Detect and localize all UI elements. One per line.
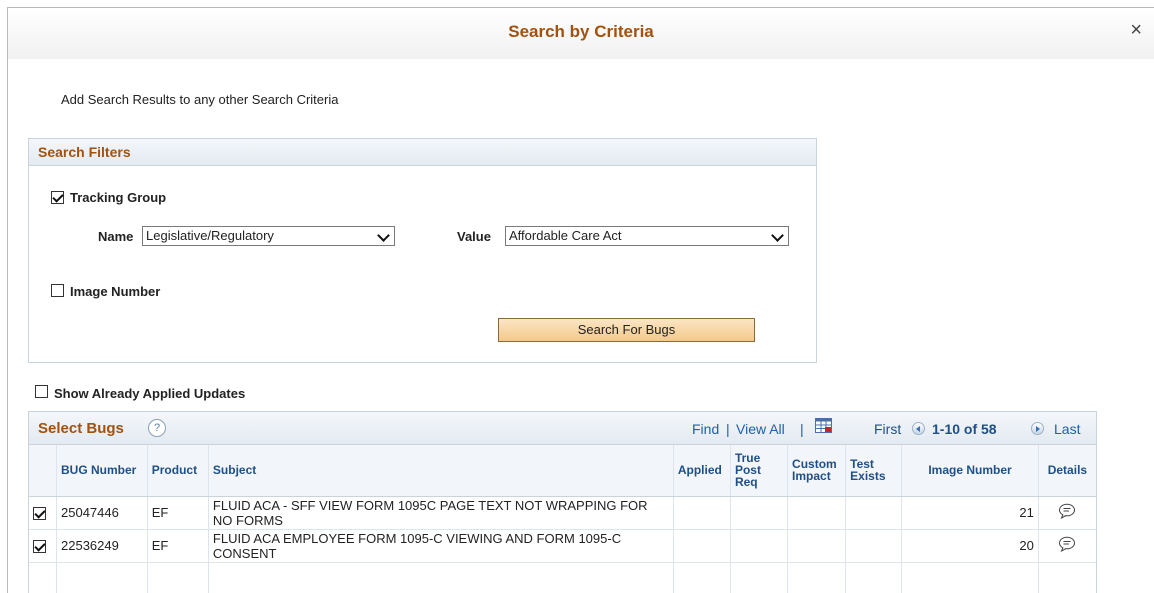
table-row: 25047446 EF FLUID ACA - SFF VIEW FORM 10… [29, 496, 1096, 530]
grid-header: Select Bugs ? Find | View All | First 1-… [29, 412, 1096, 445]
row-select-cell [29, 562, 58, 593]
help-icon[interactable]: ? [148, 419, 166, 437]
true-post-req-cell [730, 562, 789, 593]
applied-cell [673, 562, 731, 593]
subject-cell [208, 562, 674, 593]
nav-separator: | [726, 421, 730, 437]
select-column-header [29, 445, 58, 497]
bug-number-cell: 25047446 [56, 496, 148, 530]
view-all-link[interactable]: View All [736, 421, 785, 437]
details-cell [1038, 496, 1096, 530]
bug-number-cell: 22536249 [56, 529, 148, 563]
table-header-row: BUG Number Product Subject Applied True … [29, 445, 1096, 497]
row-select-cell [29, 529, 58, 563]
test-exists-header[interactable]: Test Exists [845, 445, 903, 497]
image-number-cell: 21 [901, 496, 1039, 530]
product-cell [147, 562, 209, 593]
row-checkbox[interactable] [33, 540, 46, 554]
true-post-req-cell [730, 496, 789, 530]
image-number-cell: 20 [901, 529, 1039, 563]
custom-impact-cell [787, 529, 847, 563]
dialog-left-border [7, 59, 8, 593]
table-row [29, 562, 1096, 593]
close-icon[interactable]: × [1130, 20, 1142, 40]
bug-number-cell [56, 562, 148, 593]
name-label: Name [98, 229, 134, 244]
details-header: Details [1038, 445, 1096, 497]
true-post-req-header[interactable]: True Post Req [730, 445, 789, 497]
bugs-table: BUG Number Product Subject Applied True … [29, 445, 1096, 593]
applied-cell [673, 529, 731, 563]
row-select-cell [29, 496, 58, 530]
last-link[interactable]: Last [1054, 421, 1080, 437]
details-speech-bubble-icon[interactable] [1058, 503, 1076, 519]
bug-number-header[interactable]: BUG Number [56, 445, 148, 497]
custom-impact-cell [787, 496, 847, 530]
tracking-group-checkbox[interactable] [51, 191, 64, 204]
nav-separator: | [800, 421, 804, 437]
applied-cell [673, 496, 731, 530]
next-icon[interactable] [1031, 422, 1044, 435]
select-bugs-grid: Select Bugs ? Find | View All | First 1-… [28, 411, 1097, 593]
details-speech-bubble-icon[interactable] [1058, 536, 1076, 552]
find-link[interactable]: Find [692, 421, 719, 437]
intro-text: Add Search Results to any other Search C… [61, 92, 339, 107]
image-number-header[interactable]: Image Number [901, 445, 1039, 497]
previous-icon[interactable] [912, 422, 925, 435]
table-row: 22536249 EF FLUID ACA EMPLOYEE FORM 1095… [29, 529, 1096, 563]
dialog-titlebar: Search by Criteria × [7, 7, 1154, 59]
subject-cell: FLUID ACA EMPLOYEE FORM 1095-C VIEWING A… [208, 529, 674, 563]
value-select[interactable]: Affordable Care Act [505, 226, 789, 246]
applied-header[interactable]: Applied [673, 445, 731, 497]
dialog-title: Search by Criteria [508, 22, 654, 41]
show-applied-label: Show Already Applied Updates [54, 386, 246, 401]
value-label: Value [457, 229, 491, 244]
true-post-req-cell [730, 529, 789, 563]
custom-impact-header[interactable]: Custom Impact [787, 445, 847, 497]
first-label: First [874, 421, 902, 437]
image-number-checkbox[interactable] [51, 284, 64, 297]
details-cell [1038, 529, 1096, 563]
test-exists-cell [845, 562, 903, 593]
subject-cell: FLUID ACA - SFF VIEW FORM 1095C PAGE TEX… [208, 496, 674, 530]
page-range: 1-10 of 58 [932, 421, 997, 437]
product-header[interactable]: Product [147, 445, 209, 497]
grid-title: Select Bugs [38, 420, 124, 437]
tracking-group-label: Tracking Group [70, 190, 167, 205]
product-cell: EF [147, 529, 209, 563]
name-select-value: Legislative/Regulatory [146, 228, 274, 243]
chevron-down-icon [377, 229, 390, 242]
chevron-down-icon [771, 229, 784, 242]
name-select[interactable]: Legislative/Regulatory [142, 226, 395, 246]
custom-impact-cell [787, 562, 847, 593]
search-for-bugs-button[interactable]: Search For Bugs [498, 318, 755, 342]
subject-header[interactable]: Subject [208, 445, 674, 497]
row-checkbox[interactable] [33, 507, 46, 521]
image-number-cell [901, 562, 1039, 593]
details-cell [1038, 562, 1096, 593]
product-cell: EF [147, 496, 209, 530]
show-applied-checkbox[interactable] [35, 385, 48, 398]
search-filters-header: Search Filters [29, 139, 816, 166]
test-exists-cell [845, 496, 903, 530]
test-exists-cell [845, 529, 903, 563]
image-number-label: Image Number [70, 284, 161, 299]
grid-download-icon[interactable] [815, 418, 832, 433]
value-select-value: Affordable Care Act [509, 228, 622, 243]
